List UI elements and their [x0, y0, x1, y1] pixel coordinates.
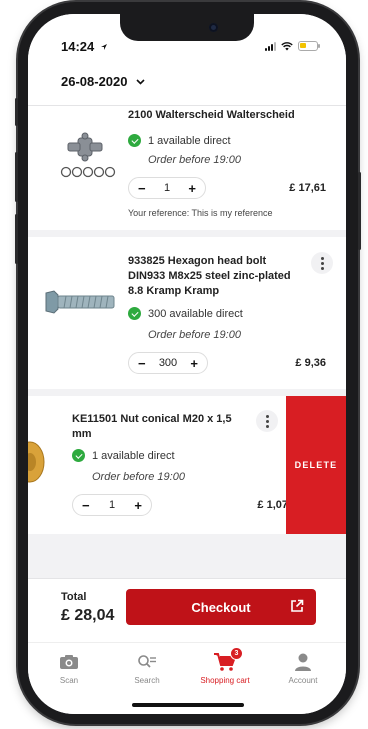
product-image — [28, 440, 50, 484]
item-menu-button[interactable] — [311, 252, 333, 274]
item-price: £ 9,36 — [295, 357, 326, 369]
power-button — [358, 172, 361, 250]
wifi-icon — [281, 41, 293, 50]
mute-switch — [15, 98, 18, 126]
tab-label: Account — [288, 676, 318, 685]
tab-shopping-cart[interactable]: 3 Shopping cart — [186, 647, 264, 685]
check-circle-icon — [128, 307, 141, 320]
tab-bar: Scan Search 3 Shopping cart Account — [28, 642, 346, 714]
order-deadline: Order before 19:00 — [148, 329, 241, 341]
quantity-stepper: − 1 + — [128, 177, 206, 199]
battery-icon — [298, 41, 320, 51]
cart-item: KE11501 Nut conical M20 x 1,5 mm 1 avail… — [28, 396, 346, 534]
notch — [120, 14, 254, 41]
item-price: £ 1,07 — [257, 499, 288, 511]
check-circle-icon — [72, 449, 85, 462]
status-icons — [265, 41, 320, 51]
order-deadline: Order before 19:00 — [92, 471, 185, 483]
volume-up-button — [15, 152, 18, 202]
tab-label: Shopping cart — [200, 676, 250, 685]
decrease-button[interactable]: − — [138, 356, 146, 371]
increase-button[interactable]: + — [188, 181, 196, 196]
tab-label: Search — [134, 676, 160, 685]
volume-down-button — [15, 214, 18, 264]
product-name: 933825 Hexagon head bolt DIN933 M8x25 st… — [128, 255, 291, 297]
availability-text: 300 available direct — [148, 307, 243, 320]
date-selector[interactable]: 26-08-2020 — [28, 60, 346, 106]
quantity-value[interactable]: 1 — [164, 182, 170, 194]
order-deadline: Order before 19:00 — [148, 154, 241, 166]
account-icon — [295, 653, 311, 671]
checkout-button[interactable]: Checkout — [126, 589, 316, 625]
signal-icon — [265, 41, 276, 51]
check-circle-icon — [128, 134, 141, 147]
date-label: 26-08-2020 — [61, 74, 128, 89]
quantity-stepper: − 1 + — [72, 494, 152, 516]
chevron-down-icon — [135, 78, 145, 85]
product-image — [50, 124, 130, 184]
status-time: 14:24 — [61, 39, 108, 54]
camera-icon — [60, 655, 78, 669]
product-image — [42, 287, 118, 317]
availability: 1 available direct — [72, 449, 175, 462]
item-price: £ 17,61 — [289, 182, 326, 194]
item-reference: Your reference: This is my reference — [128, 208, 273, 218]
product-name: KE11501 Nut conical M20 x 1,5 mm — [72, 413, 232, 440]
tab-account[interactable]: Account — [264, 651, 342, 685]
home-indicator — [132, 703, 244, 707]
tab-search[interactable]: Search — [108, 651, 186, 685]
cart-count-badge: 3 — [230, 647, 243, 660]
status-time-text: 14:24 — [61, 39, 95, 54]
cart-item: 2100 Walterscheid Walterscheid 1 availab… — [28, 106, 346, 230]
location-arrow-icon — [100, 44, 107, 50]
increase-button[interactable]: + — [190, 356, 198, 371]
quantity-value[interactable]: 1 — [109, 499, 115, 511]
tab-scan[interactable]: Scan — [30, 651, 108, 685]
availability-text: 1 available direct — [92, 449, 175, 462]
quantity-stepper: − 300 + — [128, 352, 208, 374]
decrease-button[interactable]: − — [138, 181, 146, 196]
decrease-button[interactable]: − — [82, 498, 90, 513]
product-name: 2100 Walterscheid Walterscheid — [128, 109, 295, 121]
external-link-icon — [291, 599, 304, 612]
availability-text: 1 available direct — [148, 134, 231, 147]
total-label: Total — [61, 591, 87, 603]
front-camera — [209, 23, 218, 32]
cart-list[interactable]: 2100 Walterscheid Walterscheid 1 availab… — [28, 106, 346, 578]
item-menu-button[interactable] — [256, 410, 278, 432]
tab-label: Scan — [59, 676, 79, 685]
cart-footer: Total £ 28,04 Checkout — [28, 578, 346, 642]
increase-button[interactable]: + — [134, 498, 142, 513]
quantity-value[interactable]: 300 — [159, 357, 177, 369]
checkout-label: Checkout — [191, 599, 251, 615]
availability: 1 available direct — [128, 134, 231, 147]
phone-screen: 14:24 26-08-2020 2100 Walterscheid Walte… — [28, 14, 346, 714]
search-icon — [138, 655, 156, 668]
cart-item: 933825 Hexagon head bolt DIN933 M8x25 st… — [28, 237, 346, 389]
availability: 300 available direct — [128, 307, 243, 320]
delete-button[interactable]: DELETE — [286, 396, 346, 534]
total-value: £ 28,04 — [61, 607, 115, 624]
